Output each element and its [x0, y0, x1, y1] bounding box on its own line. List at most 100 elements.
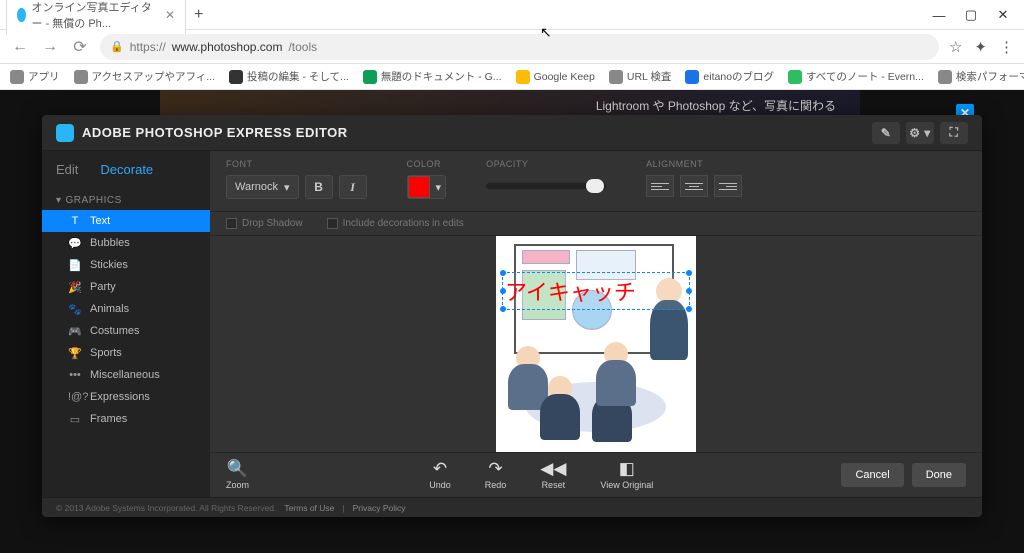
- sidebar-item-animals[interactable]: 🐾Animals: [42, 298, 210, 320]
- chevron-down-icon: ▾: [436, 181, 442, 194]
- redo-icon: ↷: [488, 460, 502, 478]
- editor-legal-footer: © 2013 Adobe Systems Incorporated. All R…: [42, 497, 982, 517]
- bookmark-item[interactable]: eitanoのブログ: [685, 69, 774, 84]
- reset-icon: ◀◀: [540, 460, 566, 478]
- color-label: COLOR: [407, 159, 447, 169]
- sidebar-item-expressions[interactable]: !@? Expressions: [42, 386, 210, 408]
- include-decorations-checkbox[interactable]: Include decorations in edits: [327, 218, 464, 229]
- menu-icon[interactable]: ⋮: [999, 38, 1014, 56]
- sidebar-item-label: Party: [90, 281, 116, 293]
- bookmark-favicon-icon: [229, 70, 243, 84]
- sidebar-item-miscellaneous[interactable]: •••Miscellaneous: [42, 364, 210, 386]
- canvas-image[interactable]: アイキャッチ: [496, 236, 696, 452]
- window-maximize[interactable]: ▢: [964, 8, 978, 22]
- favicon-icon: [17, 8, 26, 22]
- bookmark-favicon-icon: [685, 70, 699, 84]
- settings-gear-icon[interactable]: ⚙ ▾: [906, 122, 934, 144]
- bold-button[interactable]: B: [305, 175, 333, 199]
- sidebar-item-costumes[interactable]: 🎮Costumes: [42, 320, 210, 342]
- bookmark-favicon-icon: [938, 70, 952, 84]
- star-icon[interactable]: ☆: [949, 38, 962, 56]
- sidebar: Edit Decorate ▾GRAPHICS T Text 💬 Bubbles 📄 St…: [42, 151, 210, 497]
- bookmark-favicon-icon: [609, 70, 623, 84]
- sidebar-item-label: Expressions: [90, 391, 150, 403]
- bookmark-item[interactable]: 検索パフォーマンス: [938, 69, 1024, 84]
- canvas-area[interactable]: アイキャッチ: [210, 236, 982, 452]
- url-input[interactable]: 🔒 https:// www.photoshop.com/tools: [100, 34, 939, 60]
- font-label: FONT: [226, 159, 367, 169]
- bookmark-item[interactable]: アクセスアップやアフィ...: [74, 69, 216, 84]
- bookmark-item[interactable]: すべてのノート - Evern...: [788, 69, 924, 84]
- sidebar-item-label: Bubbles: [90, 237, 130, 249]
- magic-wand-icon[interactable]: ✎: [872, 122, 900, 144]
- sidebar-item-label: Stickies: [90, 259, 128, 271]
- miscellaneous-icon: •••: [68, 369, 82, 381]
- terms-link[interactable]: Terms of Use: [284, 503, 334, 513]
- editor-footer-bar: 🔍Zoom ↶Undo ↷Redo ◀◀Reset ◧View Original…: [210, 452, 982, 497]
- bookmark-item[interactable]: URL 検査: [609, 69, 672, 84]
- sidebar-item-sports[interactable]: 🏆Sports: [42, 342, 210, 364]
- url-host: www.photoshop.com: [172, 40, 283, 54]
- zoom-button[interactable]: 🔍Zoom: [226, 460, 249, 490]
- frames-icon: ▭: [68, 413, 82, 426]
- drop-shadow-checkbox[interactable]: Drop Shadow: [226, 218, 303, 229]
- bookmark-item[interactable]: 無題のドキュメント - G...: [363, 69, 502, 84]
- sidebar-item-stickies[interactable]: 📄 Stickies: [42, 254, 210, 276]
- done-button[interactable]: Done: [912, 463, 966, 487]
- redo-button[interactable]: ↷Redo: [485, 460, 507, 490]
- color-picker[interactable]: ▾: [407, 175, 447, 199]
- undo-button[interactable]: ↶Undo: [429, 460, 451, 490]
- url-protocol: https://: [130, 40, 166, 54]
- text-icon: T: [68, 215, 82, 227]
- fullscreen-icon[interactable]: ⛶: [940, 122, 968, 144]
- stickies-icon: 📄: [68, 259, 82, 272]
- ps-logo-icon: [56, 124, 74, 142]
- bookmark-favicon-icon: [788, 70, 802, 84]
- text-options-row: Drop Shadow Include decorations in edits: [210, 212, 982, 236]
- sidebar-item-bubbles[interactable]: 💬 Bubbles: [42, 232, 210, 254]
- align-left-button[interactable]: [646, 175, 674, 197]
- nav-forward-icon[interactable]: →: [40, 38, 60, 56]
- align-center-button[interactable]: [680, 175, 708, 197]
- lock-icon: 🔒: [110, 40, 124, 53]
- extension-icon[interactable]: ✦: [974, 38, 987, 56]
- opacity-slider[interactable]: [486, 183, 606, 189]
- tab-decorate[interactable]: Decorate: [100, 162, 153, 177]
- view-original-button[interactable]: ◧View Original: [600, 460, 653, 490]
- align-right-button[interactable]: [714, 175, 742, 197]
- bookmark-item[interactable]: Google Keep: [516, 69, 595, 84]
- cancel-button[interactable]: Cancel: [841, 463, 903, 487]
- sidebar-item-party[interactable]: 🎉Party: [42, 276, 210, 298]
- sidebar-item-frames[interactable]: ▭Frames: [42, 408, 210, 430]
- nav-back-icon[interactable]: ←: [10, 38, 30, 56]
- url-path: /tools: [288, 40, 317, 54]
- window-close[interactable]: ✕: [996, 8, 1010, 22]
- browser-tab[interactable]: オンライン写真エディター - 無償の Ph... ✕: [6, 0, 186, 35]
- new-tab-button[interactable]: +: [194, 6, 203, 24]
- alignment-label: ALIGNMENT: [646, 159, 742, 169]
- tab-strip: オンライン写真エディター - 無償の Ph... ✕ +: [0, 0, 1024, 30]
- bookmark-favicon-icon: [74, 70, 88, 84]
- bookmarks-bar: アプリ アクセスアップやアフィ... 投稿の編集 - そして... 無題のドキュメン…: [0, 64, 1024, 90]
- window-minimize[interactable]: —: [932, 8, 946, 22]
- privacy-link[interactable]: Privacy Policy: [353, 503, 406, 513]
- reset-button[interactable]: ◀◀Reset: [540, 460, 566, 490]
- slider-thumb[interactable]: [586, 179, 604, 193]
- expressions-icon: !@?: [68, 391, 82, 403]
- nav-reload-icon[interactable]: ⟳: [70, 37, 90, 57]
- bookmark-item[interactable]: 投稿の編集 - そして...: [229, 69, 349, 84]
- section-graphics[interactable]: ▾GRAPHICS: [42, 187, 210, 210]
- sports-icon: 🏆: [68, 347, 82, 360]
- tab-edit[interactable]: Edit: [56, 162, 78, 177]
- italic-button[interactable]: I: [339, 175, 367, 199]
- bubbles-icon: 💬: [68, 237, 82, 250]
- tab-close-icon[interactable]: ✕: [165, 8, 175, 22]
- copyright-text: © 2013 Adobe Systems Incorporated. All R…: [56, 503, 276, 513]
- sidebar-item-text[interactable]: T Text: [42, 210, 210, 232]
- canvas-text-overlay[interactable]: アイキャッチ: [502, 272, 690, 310]
- workspace: FONT Warnock▾ B I COLOR ▾ OPACITY: [210, 151, 982, 497]
- apps-button[interactable]: アプリ: [10, 69, 60, 84]
- editor-title: ADOBE PHOTOSHOP EXPRESS EDITOR: [82, 125, 348, 140]
- font-dropdown[interactable]: Warnock▾: [226, 175, 299, 199]
- sidebar-item-label: Text: [90, 215, 110, 227]
